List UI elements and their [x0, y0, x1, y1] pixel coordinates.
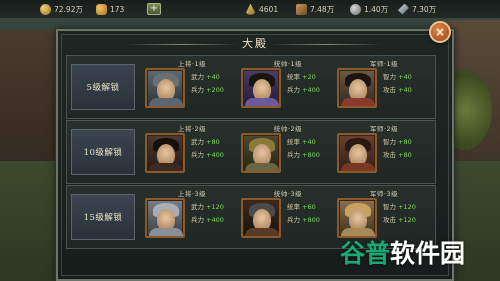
- tier-unlock-label: 5级解锁: [71, 64, 135, 110]
- slot-stats: 统率 +20 兵力 +400: [287, 73, 320, 94]
- slot-title: 上将·3级: [177, 190, 207, 198]
- stone-icon: [350, 3, 361, 15]
- officer-slot-general[interactable]: 上将·1级 武力 +40 兵力 +200: [143, 56, 241, 118]
- slot-title: 军师·2级: [369, 125, 399, 133]
- strategist-portrait[interactable]: [337, 133, 377, 173]
- slot-title: 上将·2级: [177, 125, 207, 133]
- panel-title: 大殿: [242, 37, 268, 50]
- add-resource-button[interactable]: +: [147, 3, 161, 15]
- slot-title: 军师·3级: [369, 190, 399, 198]
- general-portrait[interactable]: [145, 133, 185, 173]
- slot-stats: 智力 +40 攻击 +40: [383, 73, 412, 94]
- close-button[interactable]: ×: [429, 21, 451, 43]
- wood-icon: [296, 3, 307, 15]
- officer-slot-strategist[interactable]: 军师·1级 智力 +40 攻击 +40: [335, 56, 433, 118]
- tier-unlock-label: 10级解锁: [71, 129, 135, 175]
- tier-row-2: 10级解锁 上将·2级 武力 +80 兵力 +400 统帅·2级 统率 +40 兵力 +…: [66, 120, 436, 184]
- slot-stats: 智力 +80 攻击 +80: [383, 138, 412, 159]
- slot-stats: 武力 +120 兵力 +400: [191, 203, 224, 224]
- coin-icon: [40, 3, 51, 15]
- resource-wood: 7.48万: [296, 3, 334, 15]
- watermark-text: 谷普软件园: [340, 239, 466, 268]
- general-portrait[interactable]: [145, 68, 185, 108]
- officer-slot-commander[interactable]: 统帅·3级 统率 +60 兵力 +800: [239, 186, 337, 248]
- general-portrait[interactable]: [145, 198, 185, 238]
- ingots-value: 173: [110, 4, 125, 14]
- officer-slot-commander[interactable]: 统帅·1级 统率 +20 兵力 +400: [239, 56, 337, 118]
- slot-stats: 武力 +80 兵力 +400: [191, 138, 224, 159]
- slot-title: 统帅·1级: [273, 60, 303, 68]
- grain-icon: [245, 3, 256, 15]
- slot-title: 军师·1级: [369, 60, 399, 68]
- commander-portrait[interactable]: [241, 198, 281, 238]
- tier-row-1: 5级解锁 上将·1级 武力 +40 兵力 +200 统帅·1级 统率 +20 兵力 +4…: [66, 55, 436, 119]
- slot-title: 统帅·3级: [273, 190, 303, 198]
- resource-coins: 72.92万: [40, 3, 83, 15]
- officer-slot-commander[interactable]: 统帅·2级 统率 +40 兵力 +800: [239, 121, 337, 183]
- slot-title: 上将·1级: [177, 60, 207, 68]
- stone-value: 1.40万: [364, 4, 389, 14]
- commander-portrait[interactable]: [241, 133, 281, 173]
- resource-stone: 1.40万: [350, 3, 388, 15]
- resource-ingots: 173: [96, 3, 124, 15]
- slot-title: 统帅·2级: [273, 125, 303, 133]
- resource-iron: 7.30万: [398, 3, 436, 15]
- wood-value: 7.48万: [310, 4, 335, 14]
- officer-slot-strategist[interactable]: 军师·2级 智力 +80 攻击 +80: [335, 121, 433, 183]
- resource-grain: 4601: [245, 3, 278, 15]
- watermark: 谷普软件园: [340, 232, 492, 272]
- iron-value: 7.30万: [412, 4, 437, 14]
- title-divider-right: [272, 44, 382, 45]
- iron-icon: [398, 3, 409, 15]
- coins-value: 72.92万: [54, 4, 83, 14]
- slot-stats: 智力 +120 攻击 +120: [383, 203, 416, 224]
- slot-stats: 武力 +40 兵力 +200: [191, 73, 224, 94]
- resource-bar: 72.92万 173 + 4601 7.48万 1.40万 7.30万: [0, 0, 500, 18]
- officer-slot-general[interactable]: 上将·2级 武力 +80 兵力 +400: [143, 121, 241, 183]
- officer-slot-general[interactable]: 上将·3级 武力 +120 兵力 +400: [143, 186, 241, 248]
- slot-stats: 统率 +60 兵力 +800: [287, 203, 320, 224]
- ingot-icon: [96, 3, 107, 15]
- commander-portrait[interactable]: [241, 68, 281, 108]
- slot-stats: 统率 +40 兵力 +800: [287, 138, 320, 159]
- grain-value: 4601: [259, 4, 279, 14]
- strategist-portrait[interactable]: [337, 68, 377, 108]
- tier-unlock-label: 15级解锁: [71, 194, 135, 240]
